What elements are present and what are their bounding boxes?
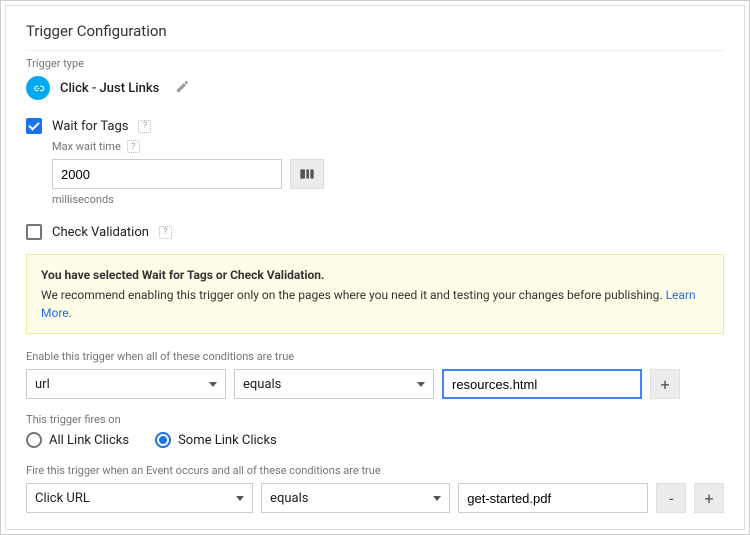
help-icon[interactable]: ? <box>127 140 140 153</box>
add-condition-button[interactable]: + <box>650 369 680 399</box>
remove-condition-button[interactable]: - <box>656 483 686 513</box>
max-wait-input[interactable] <box>52 159 282 189</box>
link-icon <box>26 76 50 100</box>
notice-body: We recommend enabling this trigger only … <box>41 288 666 302</box>
check-validation-checkbox[interactable] <box>26 224 42 240</box>
fires-on-label: This trigger fires on <box>26 413 724 426</box>
radio-icon <box>155 432 171 448</box>
edit-icon[interactable] <box>175 79 190 98</box>
enable-variable-select[interactable]: url <box>26 369 226 399</box>
chevron-down-icon <box>236 496 244 501</box>
wait-for-tags-checkbox[interactable] <box>26 118 42 134</box>
fire-conditions-heading: Fire this trigger when an Event occurs a… <box>26 464 724 477</box>
enable-operator-select[interactable]: equals <box>234 369 434 399</box>
help-icon[interactable]: ? <box>138 120 151 133</box>
variable-picker-button[interactable] <box>290 159 324 189</box>
enable-conditions-heading: Enable this trigger when all of these co… <box>26 350 724 363</box>
max-wait-label: Max wait time <box>52 140 121 153</box>
trigger-type-value: Click - Just Links <box>60 81 159 96</box>
add-condition-button[interactable]: + <box>694 483 724 513</box>
select-value: equals <box>270 491 308 506</box>
chevron-down-icon <box>417 382 425 387</box>
page-title: Trigger Configuration <box>26 22 724 51</box>
wait-for-tags-label: Wait for Tags <box>52 119 128 134</box>
radio-some-link-clicks[interactable]: Some Link Clicks <box>155 432 277 448</box>
select-value: Click URL <box>35 491 90 506</box>
fire-value-input[interactable] <box>458 483 648 513</box>
radio-label: All Link Clicks <box>49 433 129 448</box>
notice-banner: You have selected Wait for Tags or Check… <box>26 254 724 334</box>
select-value: url <box>35 377 50 392</box>
radio-all-link-clicks[interactable]: All Link Clicks <box>26 432 129 448</box>
help-icon[interactable]: ? <box>159 226 172 239</box>
select-value: equals <box>243 377 281 392</box>
radio-label: Some Link Clicks <box>178 433 277 448</box>
trigger-type-label: Trigger type <box>26 57 724 70</box>
notice-heading: You have selected Wait for Tags or Check… <box>41 266 709 284</box>
radio-icon <box>26 432 42 448</box>
fire-variable-select[interactable]: Click URL <box>26 483 253 513</box>
chevron-down-icon <box>209 382 217 387</box>
chevron-down-icon <box>433 496 441 501</box>
enable-value-input[interactable] <box>442 369 642 399</box>
units-label: milliseconds <box>52 193 724 206</box>
check-validation-label: Check Validation <box>52 225 149 240</box>
fire-operator-select[interactable]: equals <box>261 483 450 513</box>
